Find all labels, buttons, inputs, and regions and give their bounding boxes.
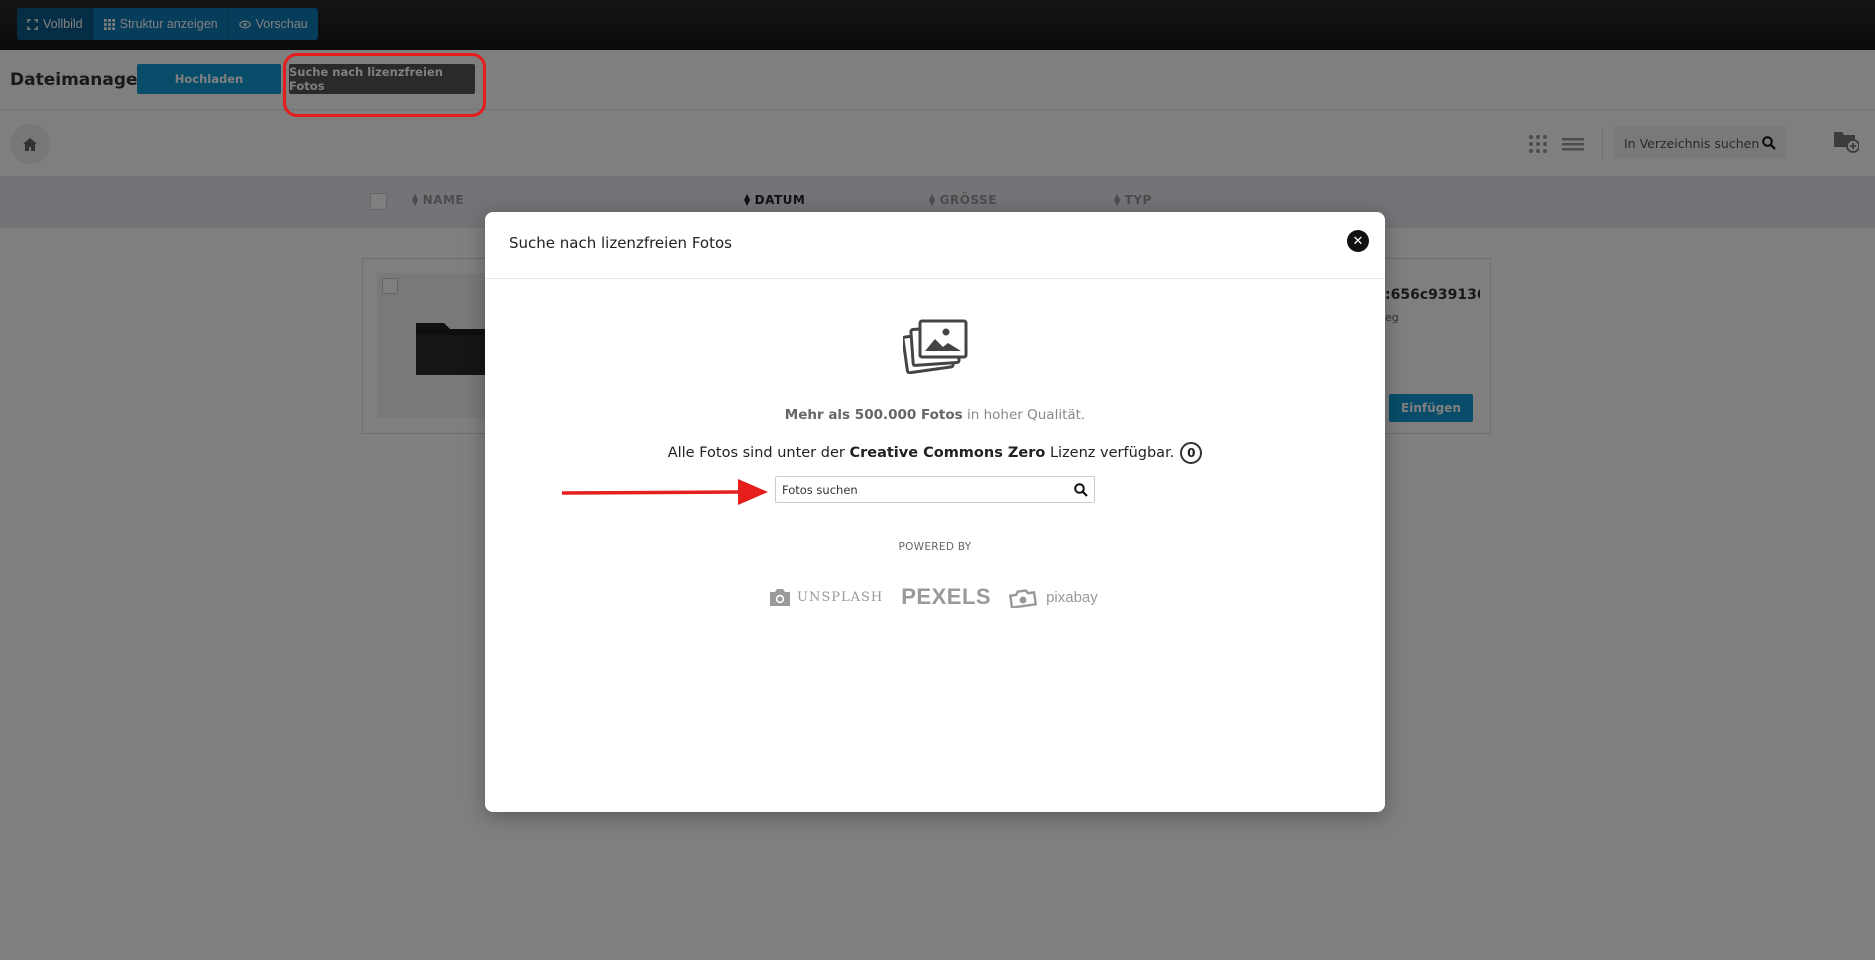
unsplash-label: UNSPLASH [797,589,884,605]
close-icon: ✕ [1352,233,1364,249]
modal-close-button[interactable]: ✕ [1347,230,1369,252]
license-info: Alle Fotos sind unter der Creative Commo… [485,442,1385,464]
license-text-post: Lizenz verfügbar. [1045,445,1175,461]
free-photos-modal: Suche nach lizenzfreien Fotos ✕ Mehr als… [485,212,1385,812]
camera-icon [1009,589,1038,608]
cc-zero-icon: 0 [1180,442,1203,464]
modal-title: Suche nach lizenzfreien Fotos [509,234,732,252]
pixabay-label: pixabay [1046,588,1098,606]
photo-search-input[interactable]: Fotos suchen [775,476,1095,503]
search-icon[interactable] [1074,482,1088,497]
modal-header: Suche nach lizenzfreien Fotos ✕ [485,212,1385,279]
tagline-rest: in hoher Qualität. [962,407,1086,423]
powered-by-label: POWERED BY [898,541,972,553]
provider-logos: UNSPLASH PEXELS pixabay [768,582,1108,612]
photo-search-placeholder: Fotos suchen [782,482,858,497]
unsplash-logo: UNSPLASH [768,588,883,607]
license-name: Creative Commons Zero [849,445,1046,461]
pexels-logo: PEXELS [901,584,992,609]
photo-stack-icon [903,319,968,374]
pixabay-logo: pixabay [1009,586,1098,608]
annotation-highlight-ring [283,53,486,117]
modal-tagline: Mehr als 500.000 Fotos in hoher Qualität… [485,407,1385,423]
license-text-pre: Alle Fotos sind unter der [667,445,850,461]
tagline-bold: Mehr als 500.000 Fotos [784,407,963,423]
annotation-arrow [561,479,768,505]
camera-icon [770,588,790,606]
